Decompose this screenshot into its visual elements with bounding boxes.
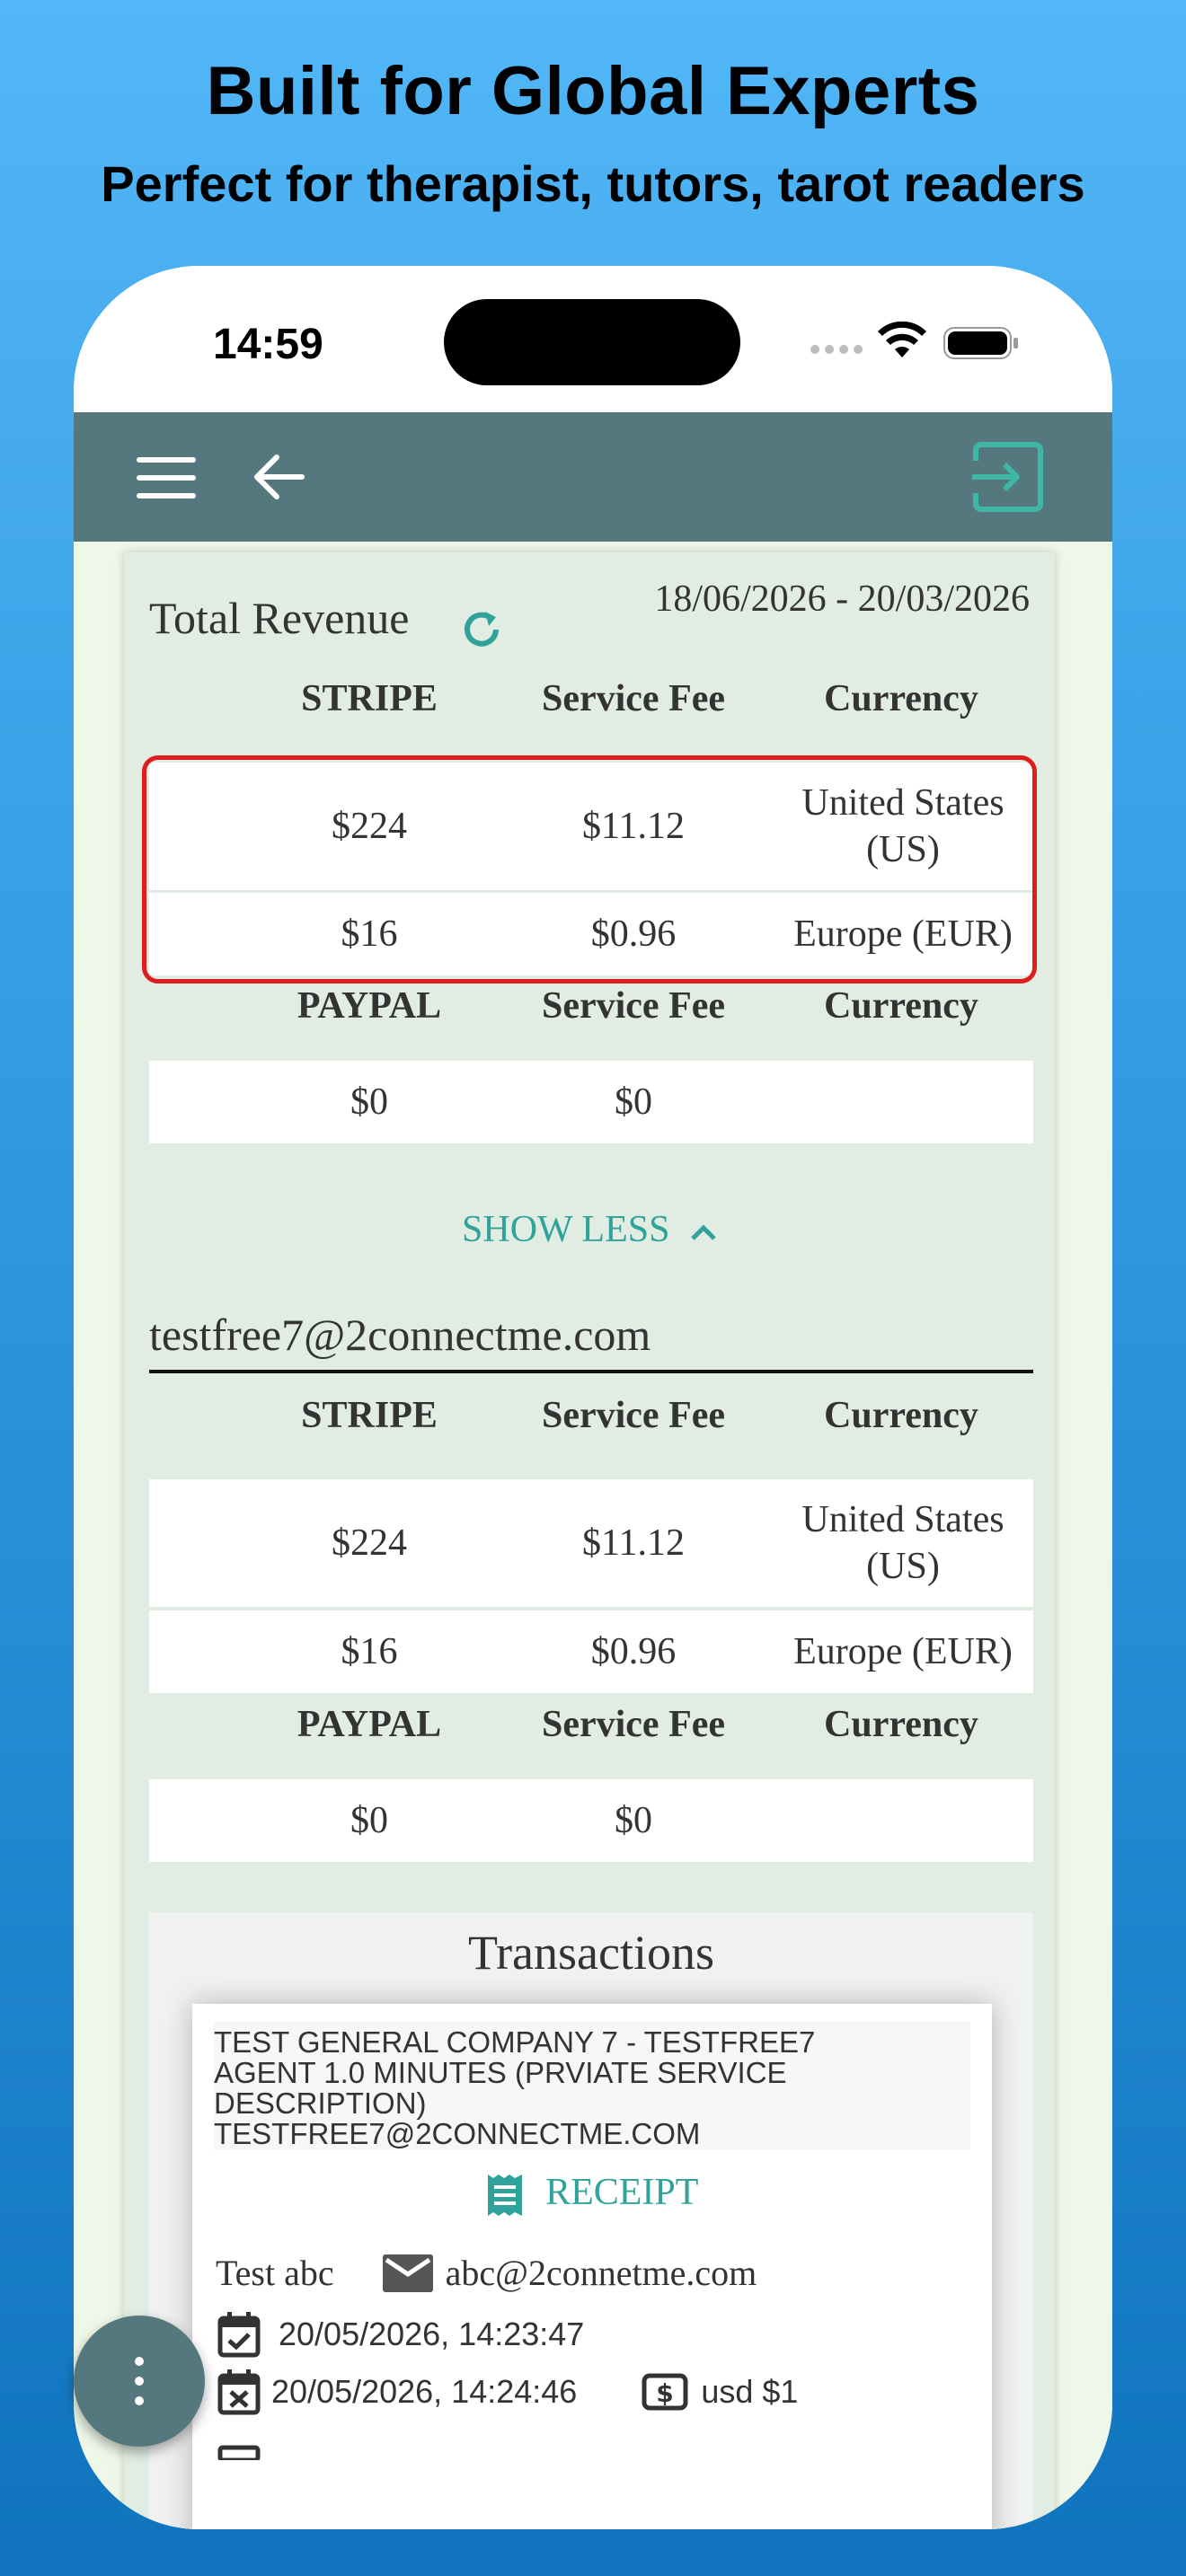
more-options-fab[interactable] (74, 2316, 205, 2447)
fee-cell: $0 (615, 1799, 652, 1841)
app-bar (74, 412, 1112, 542)
calendar-check-icon (217, 2312, 261, 2358)
logout-icon[interactable] (970, 441, 1046, 513)
table-row: $16 $0.96 Europe (EUR) (149, 1610, 1033, 1693)
end-time: 20/05/2026, 14:24:46 (271, 2373, 578, 2410)
currency-cell: United States (US) (801, 1498, 1005, 1588)
account-email: testfree7@2connectme.com (149, 1309, 1033, 1373)
chevron-up-icon (691, 1224, 716, 1241)
start-time: 20/05/2026, 14:23:47 (279, 2316, 585, 2352)
date-range: 18/06/2026 - 20/03/2026 (654, 578, 1030, 620)
calendar-icon (217, 2445, 261, 2460)
status-bar: 14:59 (74, 266, 1112, 412)
back-arrow-icon[interactable] (250, 448, 307, 506)
column-header: Currency (824, 985, 978, 1027)
description-line: DESCRIPTION) (214, 2086, 427, 2120)
table-row: $0 $0 (149, 1061, 1033, 1143)
show-less-label: SHOW LESS (462, 1209, 670, 1250)
column-header: Service Fee (541, 1395, 726, 1436)
fee-cell: $0.96 (590, 1630, 677, 1672)
table-row: $0 $0 (149, 1779, 1033, 1862)
wifi-icon (878, 322, 926, 357)
paypal-header-row: PAYPAL Service Fee Currency (149, 967, 1033, 1045)
paypal-header-row: PAYPAL Service Fee Currency (149, 1686, 1033, 1763)
currency-cell: Europe (EUR) (793, 1630, 1013, 1672)
table-row: $224 $11.12 United States (US) (149, 1479, 1033, 1607)
client-email: abc@2connetme.com (445, 2253, 757, 2293)
column-header: Service Fee (541, 1704, 726, 1745)
amount-cell: $16 (341, 1630, 398, 1672)
amount-cell: $224 (332, 1522, 407, 1564)
column-header: PAYPAL (296, 1704, 442, 1745)
transactions-panel: Transactions TEST GENERAL COMPANY 7 - TE… (149, 1912, 1033, 2529)
currency-cell (769, 1061, 1037, 1143)
dollar-icon: $ (642, 2373, 688, 2411)
battery-icon (943, 327, 1018, 359)
client-row: Test abc abc@2connetme.com (216, 2252, 757, 2294)
stripe-header-row: STRIPE Service Fee Currency (149, 1377, 1033, 1454)
revenue-card: Total Revenue 18/06/2026 - 20/03/2026 ST… (124, 552, 1055, 2529)
column-header: Service Fee (541, 985, 726, 1027)
column-header: STRIPE (301, 678, 438, 719)
dynamic-island (444, 299, 740, 385)
column-header: Currency (824, 1395, 978, 1436)
currency-cell (769, 1779, 1037, 1862)
description-line: TEST GENERAL COMPANY 7 - TESTFREE7 (214, 2025, 816, 2059)
receipt-icon (487, 2175, 522, 2217)
calendar-remove-icon (217, 2369, 261, 2415)
column-header: Currency (824, 1704, 978, 1745)
highlight-annotation (142, 755, 1037, 984)
refresh-icon[interactable] (458, 606, 505, 653)
end-time-row: 20/05/2026, 14:24:46 $ usd $1 (217, 2369, 798, 2415)
status-time: 14:59 (213, 321, 323, 368)
transaction-description: TEST GENERAL COMPANY 7 - TESTFREE7 AGENT… (214, 2022, 970, 2149)
content-area: Total Revenue 18/06/2026 - 20/03/2026 ST… (74, 542, 1112, 2529)
promo-subheadline: Perfect for therapist, tutors, tarot rea… (101, 155, 1085, 212)
amount-cell: $0 (350, 1799, 388, 1841)
fee-cell: $0 (615, 1081, 652, 1123)
fee-cell: $11.12 (582, 1522, 685, 1564)
start-time-row: 20/05/2026, 14:23:47 (217, 2311, 584, 2358)
amount-cell: $0 (350, 1081, 388, 1123)
client-name: Test abc (216, 2253, 334, 2293)
transaction-card: TEST GENERAL COMPANY 7 - TESTFREE7 AGENT… (192, 2004, 992, 2529)
transaction-amount: usd $1 (701, 2373, 799, 2410)
mail-icon (382, 2254, 433, 2292)
column-header: Service Fee (541, 678, 726, 719)
receipt-button[interactable]: RECEIPT (192, 2171, 992, 2218)
cellular-signal-icon (810, 345, 863, 354)
menu-icon[interactable] (137, 457, 196, 498)
description-line: AGENT 1.0 MINUTES (PRVIATE SERVICE (214, 2056, 787, 2089)
transactions-title: Transactions (467, 1926, 714, 1980)
svg-text:$: $ (657, 2378, 674, 2408)
column-header: Currency (824, 678, 978, 719)
column-header: STRIPE (301, 1395, 438, 1436)
column-header: PAYPAL (296, 985, 442, 1027)
total-revenue-title: Total Revenue (149, 593, 410, 643)
promo-headline: Built for Global Experts (206, 53, 980, 129)
description-line: TESTFREE7@2CONNECTME.COM (214, 2117, 701, 2150)
stripe-header-row: STRIPE Service Fee Currency (149, 660, 1033, 737)
phone-frame: 14:59 Total Revenue 18/06/2026 - 20/03/2… (74, 266, 1112, 2529)
show-less-button[interactable]: SHOW LESS (124, 1208, 1055, 1251)
receipt-label: RECEIPT (545, 2172, 699, 2213)
